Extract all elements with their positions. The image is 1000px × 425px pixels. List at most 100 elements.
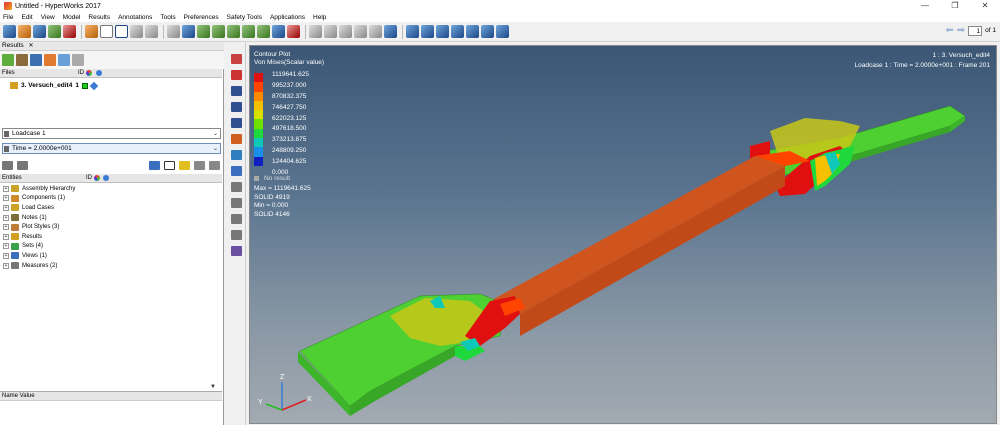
menu-safety-tools[interactable]: Safety Tools [227, 14, 262, 21]
entity-row-load-cases[interactable]: + Load Cases [0, 203, 222, 213]
select-cursor-icon[interactable] [164, 160, 175, 170]
display-none-icon[interactable] [421, 25, 434, 38]
menu-model[interactable]: Model [63, 14, 81, 21]
isolate-icon[interactable] [451, 25, 464, 38]
new-session-icon[interactable] [3, 25, 16, 38]
contour-icon[interactable] [44, 54, 56, 66]
synchronize-windows-icon[interactable] [145, 25, 158, 38]
menu-applications[interactable]: Applications [270, 14, 305, 21]
view-xz-icon[interactable] [227, 25, 240, 38]
isolate-entity-icon[interactable] [179, 160, 190, 170]
contour-legend[interactable]: Contour Plot Von Mises(Scalar value) [254, 51, 324, 67]
show-entity-icon[interactable] [194, 160, 205, 170]
import-icon[interactable] [48, 25, 61, 38]
menu-preferences[interactable]: Preferences [184, 14, 219, 21]
results-tab[interactable]: Results ✕ [0, 42, 224, 51]
fit-icon[interactable] [167, 25, 180, 38]
legend-tool-icon[interactable] [231, 70, 242, 80]
settings-icon[interactable] [72, 54, 84, 66]
menu-view[interactable]: View [41, 14, 55, 21]
loadcase-select[interactable]: Loadcase 1 ⌄ [2, 128, 221, 139]
section-tool-icon[interactable] [231, 230, 242, 240]
file-entry[interactable]: 3. Versuch_edit4 1 [10, 81, 99, 90]
scroll-down-icon[interactable]: ▼ [210, 384, 216, 390]
cut-tool-icon[interactable] [231, 134, 242, 144]
filter-icon[interactable] [30, 54, 42, 66]
add-page-icon[interactable] [100, 25, 113, 38]
entity-row-assembly[interactable]: + Assembly Hierarchy [0, 184, 222, 194]
close-button[interactable]: ✕ [970, 0, 1000, 12]
sync-icon[interactable] [130, 25, 143, 38]
view-iso-icon[interactable] [242, 25, 255, 38]
spin-icon[interactable] [384, 25, 397, 38]
query-tool-icon[interactable] [231, 166, 242, 176]
expand-icon[interactable]: + [3, 195, 9, 202]
zoom-window-icon[interactable] [309, 25, 322, 38]
previous-page-icon[interactable]: ⬅ [945, 25, 953, 36]
entity-row-notes[interactable]: + Notes (1) [0, 213, 222, 223]
entity-row-plot-styles[interactable]: + Plot Styles (3) [0, 222, 222, 232]
mask-icon[interactable] [496, 25, 509, 38]
measure-tool-icon[interactable] [231, 150, 242, 160]
menu-file[interactable]: File [3, 14, 13, 21]
expand-icon[interactable]: + [3, 243, 9, 250]
expand-icon[interactable]: + [3, 204, 9, 211]
zoom-out-icon[interactable] [324, 25, 337, 38]
display-reverse-icon[interactable] [436, 25, 449, 38]
view-left-icon[interactable] [287, 25, 300, 38]
deformed-tool-icon[interactable] [231, 118, 242, 128]
graphics-viewport[interactable]: Contour Plot Von Mises(Scalar value) 111… [249, 45, 997, 424]
view-rear-icon[interactable] [272, 25, 285, 38]
menu-annotations[interactable]: Annotations [118, 14, 152, 21]
next-page-icon[interactable]: ➡ [957, 25, 965, 36]
tensor-tool-icon[interactable] [231, 102, 242, 112]
page-number-input[interactable]: 1 [968, 25, 983, 36]
open-results-icon[interactable] [16, 54, 28, 66]
entity-row-sets[interactable]: + Sets (4) [0, 242, 222, 252]
maximize-button[interactable]: ❐ [940, 0, 970, 12]
track-tool-icon[interactable] [231, 182, 242, 192]
contour-tool-icon[interactable] [231, 54, 242, 64]
load-model-icon[interactable] [2, 54, 14, 66]
display-all-icon[interactable] [406, 25, 419, 38]
save-session-icon[interactable] [33, 25, 46, 38]
expand-icon[interactable]: + [3, 262, 9, 269]
menu-help[interactable]: Help [313, 14, 326, 21]
menu-edit[interactable]: Edit [21, 14, 32, 21]
page-layout-icon[interactable] [85, 25, 98, 38]
color-icon[interactable] [58, 54, 70, 66]
show-icon[interactable] [481, 25, 494, 38]
view-xy-icon[interactable] [197, 25, 210, 38]
hide-entity-icon[interactable] [209, 160, 220, 170]
vector-tool-icon[interactable] [231, 86, 242, 96]
collapse-all-icon[interactable] [17, 160, 28, 170]
entity-row-measures[interactable]: + Measures (2) [0, 261, 222, 271]
entity-row-components[interactable]: + Components (1) [0, 194, 222, 204]
minimize-button[interactable]: — [910, 0, 940, 12]
zoom-in-icon[interactable] [182, 25, 195, 38]
menu-results[interactable]: Results [88, 14, 110, 21]
entity-row-views[interactable]: + Views (1) [0, 251, 222, 261]
file-color-swatch[interactable] [81, 82, 88, 89]
close-tab-icon[interactable]: ✕ [29, 43, 34, 49]
menu-tools[interactable]: Tools [160, 14, 175, 21]
hide-icon[interactable] [466, 25, 479, 38]
tracing-tool-icon[interactable] [231, 214, 242, 224]
pan-icon[interactable] [339, 25, 352, 38]
open-file-icon[interactable] [18, 25, 31, 38]
move-icon[interactable] [369, 25, 382, 38]
time-select[interactable]: Time = 2.0000e+001 ⌄ [2, 143, 221, 154]
expand-icon[interactable]: + [3, 224, 9, 231]
expand-icon[interactable]: + [3, 214, 9, 221]
view-bottom-icon[interactable] [257, 25, 270, 38]
window-layout-icon[interactable] [115, 25, 128, 38]
expand-all-icon[interactable] [2, 160, 13, 170]
expand-icon[interactable]: + [3, 252, 9, 259]
notes-tool-icon[interactable] [231, 198, 242, 208]
display-icon[interactable] [149, 160, 160, 170]
explode-tool-icon[interactable] [231, 246, 242, 256]
expand-icon[interactable]: + [3, 233, 9, 240]
file-visibility-icon[interactable] [89, 81, 99, 90]
export-icon[interactable] [63, 25, 76, 38]
rotate-icon[interactable] [354, 25, 367, 38]
